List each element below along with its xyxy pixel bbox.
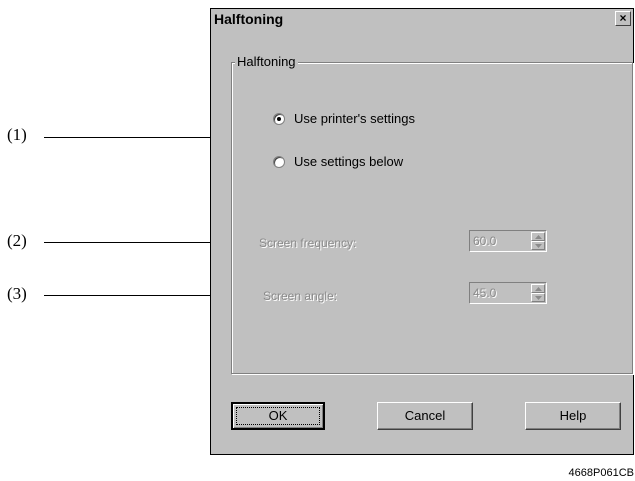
radio-button-checked[interactable]: [273, 112, 285, 125]
spin-down-button[interactable]: [531, 293, 545, 302]
radio-label-settings-below: Use settings below: [294, 154, 404, 169]
spin-down-button[interactable]: [531, 241, 545, 250]
screen-angle-value: 45.0: [473, 286, 497, 300]
figure-id: 4668P061CB: [568, 467, 634, 479]
up-arrow-icon: [535, 235, 542, 239]
screen-frequency-label: Screen frequency:: [259, 236, 357, 250]
screen-angle-label: Screen angle:: [263, 289, 338, 303]
screen-frequency-spinner[interactable]: 60.0: [469, 230, 547, 252]
help-button[interactable]: Help: [525, 402, 621, 430]
callout-3: (3): [7, 284, 27, 303]
screen-frequency-value: 60.0: [473, 234, 497, 248]
down-arrow-icon: [535, 244, 542, 248]
dialog-title: Halftoning: [214, 11, 284, 27]
halftoning-dialog: Halftoning × Halftoning Use printer's se…: [210, 8, 634, 455]
cancel-button-label: Cancel: [404, 408, 446, 423]
ok-button[interactable]: OK: [231, 402, 325, 430]
halftoning-group: [231, 62, 633, 374]
focus-rectangle: [236, 407, 320, 425]
help-button-label: Help: [559, 408, 587, 423]
title-bar[interactable]: Halftoning ×: [211, 9, 633, 29]
cancel-button[interactable]: Cancel: [377, 402, 473, 430]
group-label: Halftoning: [235, 54, 298, 69]
radio-label-printer-settings: Use printer's settings: [294, 111, 415, 126]
down-arrow-icon: [535, 296, 542, 300]
close-button[interactable]: ×: [615, 11, 631, 26]
up-arrow-icon: [535, 287, 542, 291]
close-icon: ×: [619, 11, 627, 25]
callout-1: (1): [7, 125, 27, 144]
radio-use-settings-below[interactable]: Use settings below: [273, 154, 403, 169]
radio-button-unchecked[interactable]: [273, 155, 285, 168]
spin-up-button[interactable]: [531, 232, 545, 241]
radio-use-printer-settings[interactable]: Use printer's settings: [273, 111, 415, 126]
spin-up-button[interactable]: [531, 284, 545, 293]
callout-2: (2): [7, 231, 27, 250]
screen-angle-spinner[interactable]: 45.0: [469, 282, 547, 304]
